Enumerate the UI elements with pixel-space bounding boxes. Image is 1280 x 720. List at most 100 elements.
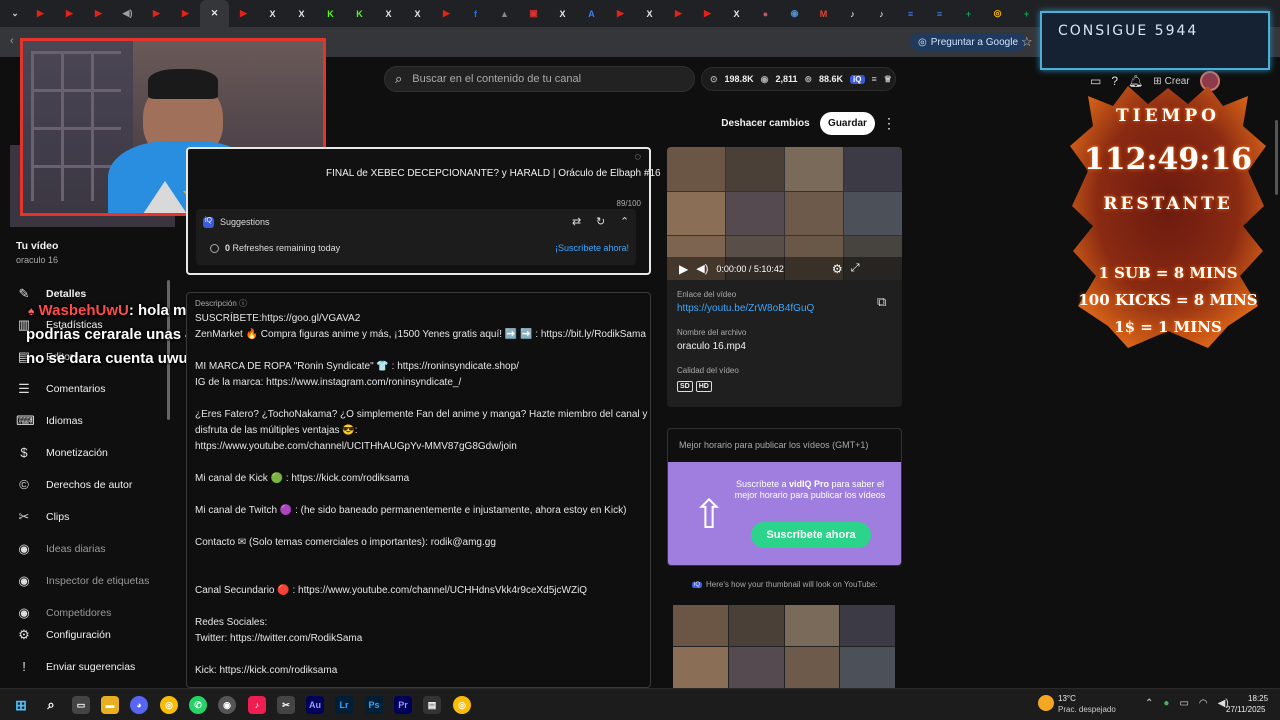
browser-tab[interactable]: X [287,0,316,27]
create-button[interactable]: ⊞ Crear [1153,76,1189,87]
discord-icon[interactable]: ◕ [130,696,148,714]
save-button[interactable]: Guardar [820,112,875,135]
search-icon[interactable]: ⌕ [42,696,60,714]
browser-tab[interactable]: ♪ [867,0,896,27]
sidebar-item-detalles[interactable]: ✎ Detalles [16,286,87,302]
sidebar-item-clips[interactable]: ✂ Clips [16,509,70,525]
chevron-up-icon[interactable]: ⌃ [1145,698,1153,709]
browser-tab[interactable]: ▶ [432,0,461,27]
browser-tab[interactable]: ▶ [84,0,113,27]
search-icon: ⌕ [395,71,403,86]
browser-tab[interactable]: ▶ [142,0,171,27]
subscribe-now-link[interactable]: ¡Suscríbete ahora! [555,243,629,253]
audition-icon[interactable]: Au [306,696,324,714]
description-line: ZenMarket 🔥 Compra figuras anime y más, … [195,329,646,340]
sidebar-item-competidores[interactable]: ◉ Competidores [16,605,111,621]
ask-google-button[interactable]: ◎ Preguntar a Google [910,33,1027,51]
browser-tab[interactable]: ● [751,0,780,27]
browser-tab[interactable]: ▶ [26,0,55,27]
wifi-icon[interactable]: ◠ [1199,698,1208,709]
browser-tab[interactable]: X [374,0,403,27]
task-view-icon[interactable]: ▭ [72,696,90,714]
browser-tab[interactable]: K [345,0,374,27]
refresh-icon[interactable]: ↻ [596,215,605,228]
sidebar-item-ideas-diarias[interactable]: ◉ Ideas diarias [16,541,106,557]
weather-desc: Prac. despejado [1058,705,1116,714]
browser-tab[interactable]: ▣ [519,0,548,27]
page-scrollbar[interactable] [1275,120,1278,195]
browser-tab[interactable]: X [258,0,287,27]
undo-changes-button[interactable]: Deshacer cambios [714,112,817,135]
browser-tab[interactable]: ▲ [490,0,519,27]
sidebar-item-idiomas[interactable]: ⌨ Idiomas [16,413,83,429]
mic-icon[interactable]: ● [1163,698,1169,709]
file-explorer-icon[interactable]: ▬ [101,696,119,714]
description-field[interactable]: Descripción ⓘ SUSCRÍBETE:https://goo.gl/… [186,292,651,688]
sidebar-item-derechos-de-autor[interactable]: © Derechos de autor [16,477,132,492]
chrome-icon: ◎ [993,8,1002,18]
vidiq-icon[interactable]: iQ [850,74,865,84]
tune-icon[interactable]: ⇄ [572,215,581,228]
sidebar-item-comentarios[interactable]: ☰ Comentarios [16,381,105,397]
browser-tab[interactable]: f [461,0,490,27]
title-input[interactable]: FINAL de XEBEC DECEPCIONANTE? y HARALD |… [326,168,661,179]
play-icon[interactable]: ▶ [679,262,688,276]
sidebar-item-configuraci-n[interactable]: ⚙ Configuración [16,627,111,643]
vidiq-subscribe-button[interactable]: Suscríbete ahora [751,522,871,548]
browser-tab[interactable]: ◎ [983,0,1012,27]
bookmark-star-icon[interactable]: ☆ [1021,34,1033,50]
sidebar-item-monetizaci-n[interactable]: $ Monetización [16,445,108,460]
network-icon[interactable]: ▭ [1179,698,1188,709]
windows-start-icon[interactable]: ⊞ [12,696,30,714]
browser-tab[interactable]: X [403,0,432,27]
photoshop-icon[interactable]: Ps [365,696,383,714]
video-link[interactable]: https://youtu.be/ZrW8oB4fGuQ [677,303,814,314]
help-icon[interactable]: ⓘ [239,299,247,308]
browser-tab[interactable]: ◀) [113,0,142,27]
browser-tab[interactable]: X [548,0,577,27]
browser-tab[interactable]: ▶ [693,0,722,27]
browser-tab[interactable]: ▶ [55,0,84,27]
browser-tab[interactable]: + [1012,0,1041,27]
back-arrow-icon[interactable]: ‹ [10,35,14,47]
browser-tab[interactable]: K [316,0,345,27]
fullscreen-icon[interactable]: ⤢ [851,262,860,275]
lightroom-icon[interactable]: Lr [335,696,353,714]
trophy-icon[interactable]: ♕ [884,74,892,85]
volume-icon[interactable]: ◀) [696,262,708,275]
browser-tab[interactable]: ✕ [200,0,229,27]
weather-temp: 13°C [1058,694,1076,703]
browser-tab[interactable]: ▶ [229,0,258,27]
sidebar-item-label: Ideas diarias [46,543,106,555]
browser-tab[interactable]: ▶ [171,0,200,27]
browser-tab[interactable]: ♪ [838,0,867,27]
chrome-icon[interactable]: ◎ [160,696,178,714]
premiere-icon[interactable]: Pr [394,696,412,714]
steam-icon[interactable]: ◉ [218,696,236,714]
browser-tab[interactable]: ▶ [606,0,635,27]
terminal-icon[interactable]: ▤ [423,696,441,714]
browser-tab[interactable]: X [635,0,664,27]
browser-tab[interactable]: + [954,0,983,27]
more-options-icon[interactable]: ⋮ [882,115,896,132]
sidebar-item-enviar-sugerencias[interactable]: ! Enviar sugerencias [16,659,135,674]
sidebar-item-inspector-de-etiquetas[interactable]: ◉ Inspector de etiquetas [16,573,149,589]
chevron-up-icon[interactable]: ⌃ [620,215,629,228]
browser-tab[interactable]: ≡ [925,0,954,27]
channel-search[interactable]: ⌕ Buscar en el contenido de tu canal [384,66,695,92]
chrome-active-icon[interactable]: ◎ [453,696,471,714]
browser-tab[interactable]: A [577,0,606,27]
settings-gear-icon[interactable]: ⚙ [832,262,843,276]
browser-tab[interactable]: ◉ [780,0,809,27]
browser-tab[interactable]: ▶ [664,0,693,27]
bars-icon[interactable]: ≡ [872,74,877,84]
whatsapp-icon[interactable]: ✆ [189,696,207,714]
browser-tab[interactable]: ≡ [896,0,925,27]
tiktok-icon[interactable]: ♪ [248,696,266,714]
capcut-icon[interactable]: ✂ [277,696,295,714]
browser-tab[interactable]: X [722,0,751,27]
browser-tab[interactable]: M [809,0,838,27]
search-input[interactable]: Buscar en el contenido de tu canal [412,73,581,85]
tab-list-dropdown[interactable]: ⌄ [4,0,26,27]
copy-icon[interactable]: ⧉ [877,294,886,310]
